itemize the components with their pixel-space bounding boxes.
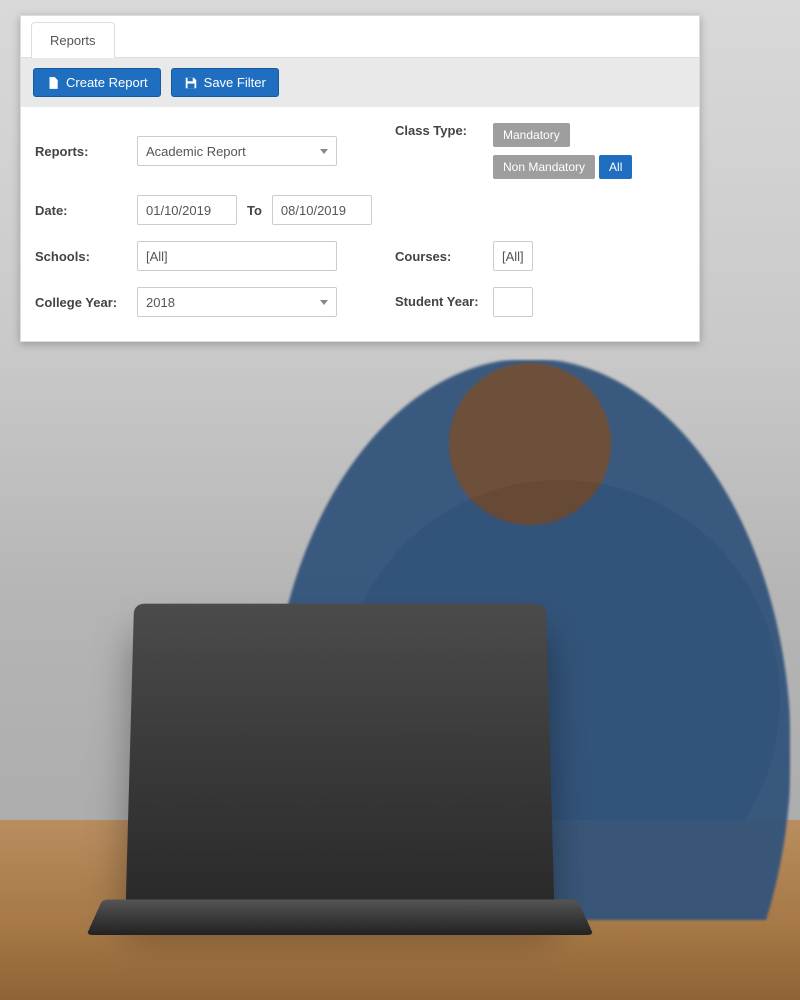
class-type-all-toggle[interactable]: All — [599, 155, 632, 179]
schools-value: [All] — [146, 249, 168, 264]
reports-row: Reports: Academic Report — [35, 123, 375, 179]
create-report-button[interactable]: Create Report — [33, 68, 161, 97]
class-type-non-mandatory-toggle[interactable]: Non Mandatory — [493, 155, 595, 179]
date-from-input[interactable]: 01/10/2019 — [137, 195, 237, 225]
save-filter-button[interactable]: Save Filter — [171, 68, 279, 97]
filter-form: Reports: Academic Report Class Type: Man… — [21, 107, 699, 341]
college-year-select[interactable]: 2018 — [137, 287, 337, 317]
date-to-value: 08/10/2019 — [281, 203, 346, 218]
tab-reports-label: Reports — [50, 33, 96, 48]
courses-label: Courses: — [395, 249, 483, 264]
courses-input[interactable]: [All] — [493, 241, 533, 271]
courses-row: Courses: [All] — [395, 241, 715, 271]
toolbar: Create Report Save Filter — [21, 58, 699, 107]
schools-input[interactable]: [All] — [137, 241, 337, 271]
class-type-toggle-group: Mandatory Non Mandatory All — [493, 123, 713, 179]
courses-value: [All] — [502, 249, 524, 264]
tabstrip: Reports — [21, 16, 699, 58]
toggle-label: Non Mandatory — [503, 160, 585, 174]
chevron-down-icon — [320, 149, 328, 154]
date-from-value: 01/10/2019 — [146, 203, 211, 218]
student-year-input[interactable] — [493, 287, 533, 317]
tab-reports[interactable]: Reports — [31, 22, 115, 58]
document-icon — [46, 76, 60, 90]
reports-panel: Reports Create Report Save Filter Report… — [20, 15, 700, 342]
date-to-input[interactable]: 08/10/2019 — [272, 195, 372, 225]
college-year-label: College Year: — [35, 295, 127, 310]
spacer — [395, 195, 715, 225]
reports-select-value: Academic Report — [146, 144, 246, 159]
schools-row: Schools: [All] — [35, 241, 375, 271]
save-filter-label: Save Filter — [204, 75, 266, 90]
schools-label: Schools: — [35, 249, 127, 264]
college-year-row: College Year: 2018 — [35, 287, 375, 317]
student-year-label: Student Year: — [395, 294, 483, 310]
college-year-value: 2018 — [146, 295, 175, 310]
date-to-label: To — [247, 203, 262, 218]
chevron-down-icon — [320, 300, 328, 305]
class-type-mandatory-toggle[interactable]: Mandatory — [493, 123, 570, 147]
reports-label: Reports: — [35, 144, 127, 159]
class-type-row: Class Type: Mandatory Non Mandatory All — [395, 123, 715, 179]
class-type-label: Class Type: — [395, 123, 483, 138]
toggle-label: All — [609, 160, 622, 174]
toggle-label: Mandatory — [503, 128, 560, 142]
date-label: Date: — [35, 203, 127, 218]
background-laptop — [126, 604, 554, 902]
student-year-row: Student Year: — [395, 287, 715, 317]
save-icon — [184, 76, 198, 90]
create-report-label: Create Report — [66, 75, 148, 90]
date-row: Date: 01/10/2019 To 08/10/2019 — [35, 195, 375, 225]
reports-select[interactable]: Academic Report — [137, 136, 337, 166]
